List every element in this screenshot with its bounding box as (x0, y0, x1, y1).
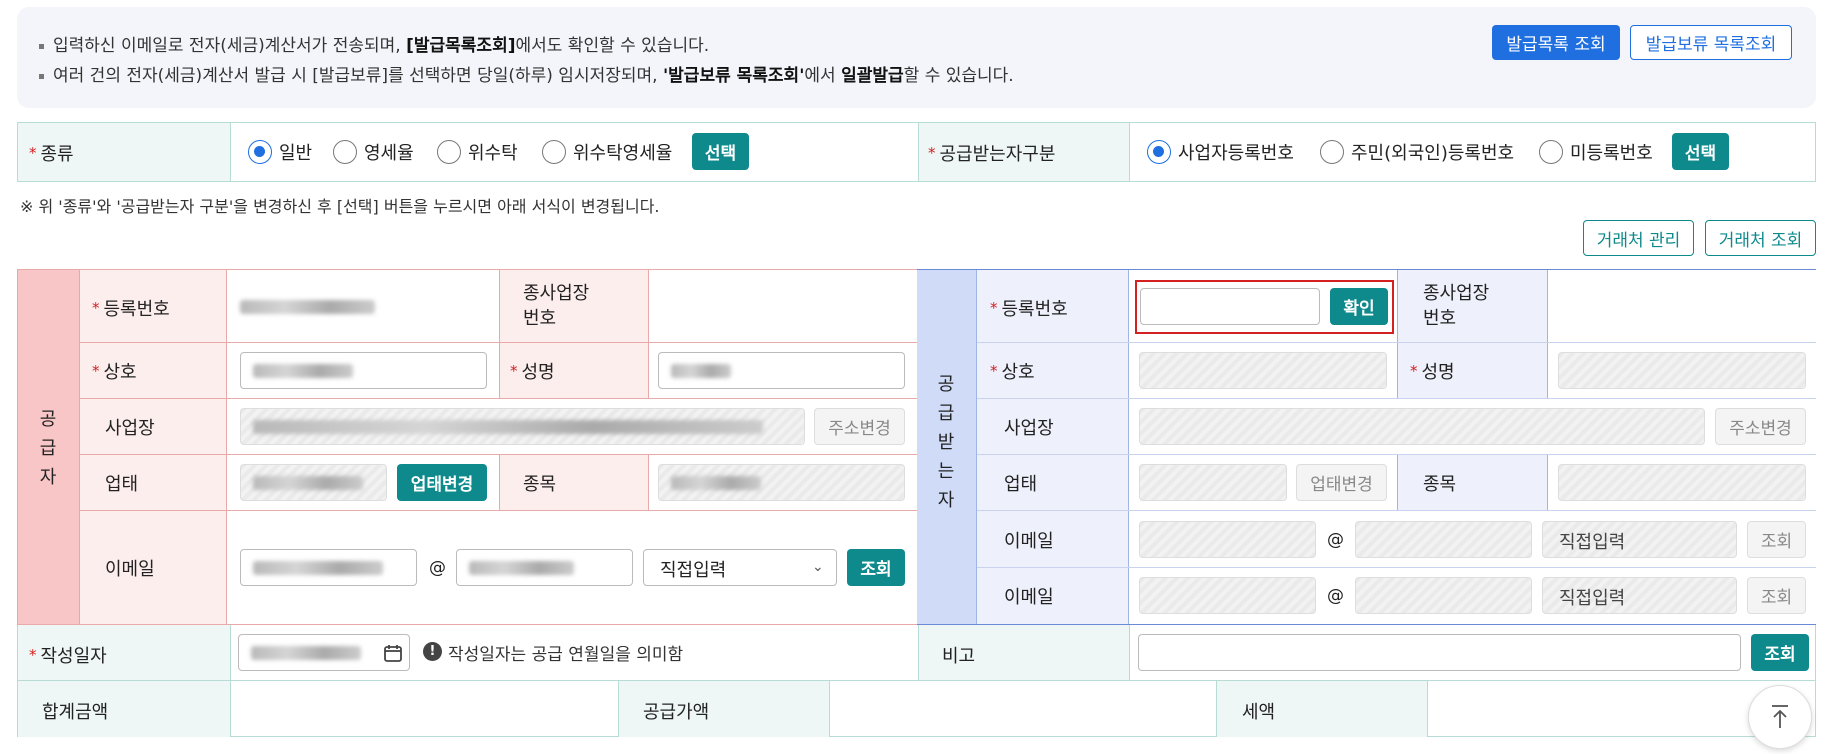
supplier-domain-select[interactable]: 직접입력 ⌄ (643, 549, 837, 586)
supplier-address-change-button[interactable]: 주소변경 (814, 408, 905, 445)
supplier-email-id-input[interactable] (240, 549, 417, 586)
arrow-up-icon (1772, 705, 1788, 728)
receiver-address-change-button[interactable]: 주소변경 (1715, 408, 1806, 445)
supplier-biztype-input (240, 464, 387, 501)
type-radio-zero-rate[interactable]: 영세율 (333, 139, 414, 165)
receiver-address-label: 사업장 (1004, 418, 1054, 439)
supplier-item-input (658, 464, 905, 501)
receiver-email-at-2: @ (1327, 586, 1344, 606)
recipient-type-label: * 공급받는자구분 (928, 144, 1056, 165)
type-radio-consign-zero[interactable]: 위수탁영세율 (542, 139, 672, 165)
recipient-select-button[interactable]: 선택 (1672, 133, 1729, 170)
issue-list-button[interactable]: 발급목록 조회 (1492, 25, 1620, 60)
receiver-email-id-input-2 (1139, 577, 1316, 614)
supplier-branch-label: 종사업장 번호 (523, 283, 590, 329)
recipient-radio-bizno[interactable]: 사업자등록번호 (1147, 139, 1294, 165)
receiver-email-lookup-button-1[interactable]: 조회 (1747, 521, 1806, 558)
info-icon: ! (423, 642, 442, 661)
receiver-side-title: 공급받는자 (937, 374, 955, 511)
supplier-email-at: @ (429, 558, 446, 578)
supplier-biztype-change-button[interactable]: 업태변경 (397, 464, 487, 501)
remark-lookup-button[interactable]: 조회 (1751, 634, 1809, 671)
recipient-radio-resident[interactable]: 주민(외국인)등록번호 (1320, 139, 1514, 165)
supplier-company-input[interactable] (240, 352, 487, 389)
receiver-biztype-change-button[interactable]: 업태변경 (1296, 464, 1387, 501)
receiver-company-label: * 상호 (990, 362, 1035, 383)
calendar-icon[interactable] (383, 643, 403, 663)
receiver-email-lookup-button-2[interactable]: 조회 (1747, 577, 1806, 614)
supplier-regno-value (240, 300, 375, 314)
supplier-name-input[interactable] (658, 352, 905, 389)
partner-search-button[interactable]: 거래처 조회 (1705, 220, 1816, 256)
receiver-email-id-input-1 (1139, 521, 1316, 558)
receiver-email-domain-input-1 (1355, 521, 1532, 558)
receiver-item-label: 종목 (1423, 474, 1457, 495)
receiver-name-label: * 성명 (1410, 362, 1455, 383)
type-label: * 종류 (29, 144, 74, 165)
supplier-address-label: 사업장 (105, 418, 155, 439)
receiver-email-at-1: @ (1327, 530, 1344, 550)
notice-line-2: 여러 건의 전자(세금)계산서 발급 시 [발급보류]를 선택하면 당일(하루)… (39, 61, 1014, 86)
recipient-radio-unregistered[interactable]: 미등록번호 (1539, 139, 1653, 165)
receiver-regno-label: * 등록번호 (990, 299, 1068, 320)
receiver-email-domain-input-2 (1355, 577, 1532, 614)
notice-line-1: 입력하신 이메일로 전자(세금)계산서가 전송되며, [발급목록조회]에서도 확… (39, 31, 709, 56)
supplier-email-lookup-button[interactable]: 조회 (847, 549, 905, 586)
date-hint: 작성일자는 공급 연월일을 의미함 (448, 645, 684, 665)
receiver-domain-select-1: 직접입력 (1542, 521, 1737, 558)
receiver-domain-select-2: 직접입력 (1542, 577, 1737, 614)
supplier-email-label: 이메일 (105, 559, 155, 580)
supplier-biztype-label: 업태 (105, 474, 139, 495)
receiver-email-label-2: 이메일 (1004, 587, 1054, 608)
receiver-email-label-1: 이메일 (1004, 531, 1054, 552)
receiver-biztype-input (1139, 464, 1287, 501)
receiver-biztype-label: 업태 (1004, 474, 1038, 495)
partner-manage-button[interactable]: 거래처 관리 (1583, 220, 1694, 256)
receiver-address-input (1139, 408, 1705, 445)
remark-label: 비고 (942, 646, 976, 667)
receiver-branch-label: 종사업장 번호 (1423, 283, 1490, 329)
supplier-item-label: 종목 (523, 474, 557, 495)
supply-amount-label: 공급가액 (643, 702, 710, 723)
remark-input[interactable] (1138, 634, 1741, 671)
receiver-confirm-button[interactable]: 확인 (1330, 288, 1388, 325)
supplier-name-label: * 성명 (510, 362, 555, 383)
supplier-regno-label: * 등록번호 (92, 299, 170, 320)
type-select-button[interactable]: 선택 (692, 133, 749, 170)
supplier-email-domain-input[interactable] (456, 549, 633, 586)
supplier-address-input (240, 408, 805, 445)
receiver-name-input (1558, 352, 1806, 389)
supplier-side-title: 공급자 (39, 409, 57, 488)
receiver-regno-input[interactable] (1140, 288, 1320, 325)
write-date-label: * 작성일자 (29, 646, 107, 667)
tax-amount-label: 세액 (1242, 702, 1276, 723)
chevron-down-icon: ⌄ (812, 559, 824, 575)
hold-list-button[interactable]: 발급보류 목록조회 (1630, 25, 1792, 60)
receiver-item-input (1558, 464, 1806, 501)
change-note: ※ 위 '종류'와 '공급받는자 구분'을 변경하신 후 [선택] 버튼을 누르… (20, 197, 660, 216)
receiver-company-input (1139, 352, 1387, 389)
type-radio-general[interactable]: 일반 (248, 139, 312, 165)
total-amount-label: 합계금액 (42, 702, 109, 723)
type-radio-consign[interactable]: 위수탁 (437, 139, 518, 165)
supplier-company-label: * 상호 (92, 362, 137, 383)
write-date-input[interactable] (238, 634, 410, 671)
scroll-top-button[interactable] (1748, 685, 1812, 749)
